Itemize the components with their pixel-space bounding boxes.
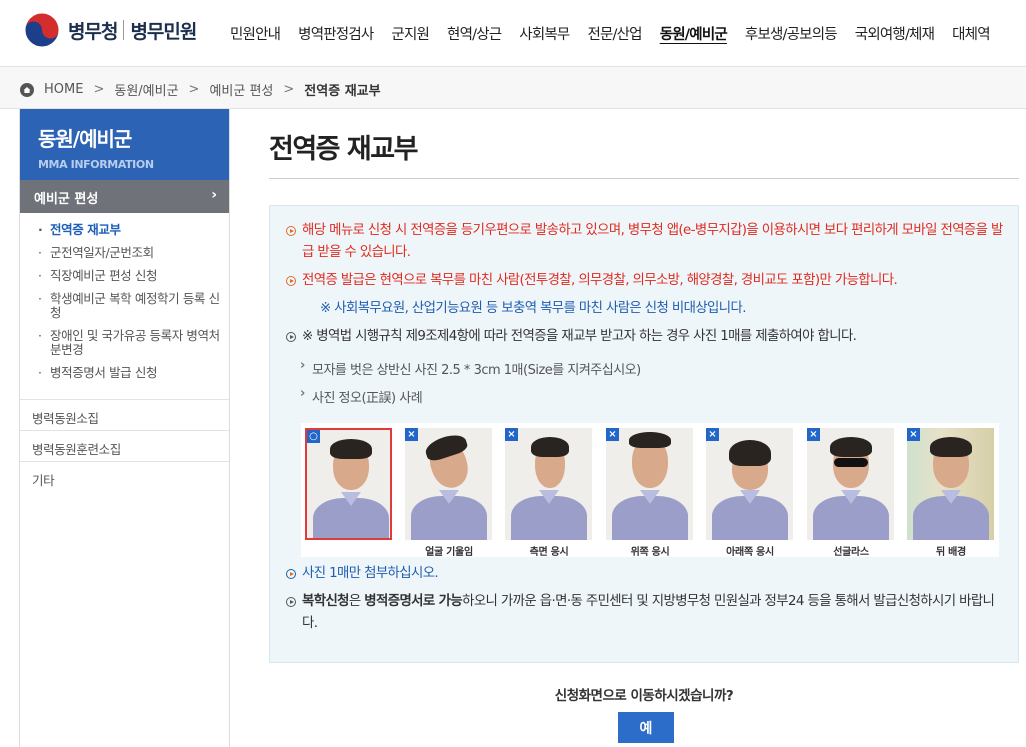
nav-item-social-service[interactable]: 사회복무 — [519, 23, 570, 44]
notice-one-photo: 사진 1매만 첨부하십시오. — [286, 563, 1006, 585]
sidebar-item-reissue[interactable]: 전역증 재교부 — [38, 223, 221, 238]
sidebar-title: 동원/예비군 — [38, 127, 132, 151]
breadcrumb-reserve[interactable]: 예비군 편성 — [209, 80, 273, 99]
title-divider — [269, 178, 1019, 179]
photo-caption: 위쪽 응시 — [630, 547, 670, 558]
global-nav: 민원안내 병역판정검사 군지원 현역/상근 사회복무 전문/산업 동원/예비군 … — [230, 0, 1008, 66]
notice-bold-text: 병적증명서로 가능 — [364, 594, 463, 609]
circle-arrow-bullet-icon — [286, 226, 296, 236]
photo-caption: 얼굴 기울임 — [425, 547, 473, 558]
x-mark-icon: × — [505, 428, 518, 441]
photo-example-background: × — [907, 428, 994, 540]
photo-example-label: 사진 정오(正誤) 사례 — [300, 386, 423, 406]
photo-example-up: × — [606, 428, 693, 540]
site-header: 병무청 병무민원 민원안내 병역판정검사 군지원 현역/상근 사회복무 전문/산… — [0, 0, 1026, 66]
photo-size-guide: 모자를 벗은 상반신 사진 2.5 * 3cm 1매(Size를 지켜주십시오) — [300, 358, 641, 378]
notice-text: 해당 메뉴로 신청 시 전역증을 등기우편으로 발송하고 있으며, 병무청 앱(… — [302, 223, 1003, 260]
sidebar-subtitle: MMA INFORMATION — [38, 158, 154, 171]
photo-examples: ○ × 얼굴 기울임 × 측면 응시 × 위쪽 응시 × 아래쪽 응시 × 선글… — [301, 423, 999, 558]
notice-text: 전역증 발급은 현역으로 복무를 마친 사람(전투경찰, 의무경찰, 의무소방,… — [302, 273, 898, 288]
circle-arrow-bullet-icon — [286, 332, 296, 342]
notice-ineligible-note: ※ 사회복무요원, 산업기능요원 등 보충역 복무를 마친 사람은 신청 비대상… — [286, 298, 1006, 320]
notice-bold-text: 복학신청 — [302, 594, 349, 609]
circle-arrow-bullet-icon — [286, 569, 296, 579]
x-mark-icon: × — [706, 428, 719, 441]
logo-text: 병무청 — [68, 20, 118, 43]
nav-item-candidate[interactable]: 후보생/공보의등 — [745, 23, 838, 44]
nav-item-active-duty[interactable]: 현역/상근 — [447, 23, 502, 44]
circle-arrow-bullet-icon — [286, 276, 296, 286]
nav-item-exam[interactable]: 병역판정검사 — [298, 23, 374, 44]
page-title: 전역증 재교부 — [269, 134, 418, 165]
notice-mobile-card: 해당 메뉴로 신청 시 전역증을 등기우편으로 발송하고 있으며, 병무청 앱(… — [286, 220, 1006, 264]
x-mark-icon: × — [405, 428, 418, 441]
circle-ok-icon: ○ — [307, 430, 320, 443]
breadcrumb-home[interactable]: HOME — [44, 82, 83, 97]
sidebar-item-discharge-lookup[interactable]: 군전역일자/군번조회 — [38, 246, 221, 261]
nav-item-civil-guide[interactable]: 민원안내 — [230, 23, 281, 44]
taegeuk-emblem-icon — [24, 12, 60, 48]
notice-text: ※ 병역법 시행규칙 제9조제4항에 따라 전역증을 재교부 받고자 하는 경우… — [302, 329, 857, 344]
breadcrumb-mobilization[interactable]: 동원/예비군 — [114, 80, 178, 99]
sidebar-item-disabled-change[interactable]: 장애인 및 국가유공 등록자 병역처분변경 — [38, 329, 221, 357]
sidebar-item-certificate[interactable]: 병적증명서 발급 신청 — [38, 366, 221, 381]
photo-caption: 뒤 배경 — [936, 547, 966, 558]
yes-button[interactable]: 예 — [618, 712, 674, 743]
breadcrumb-bar: HOME > 동원/예비군 > 예비군 편성 > 전역증 재교부 — [0, 66, 1026, 109]
breadcrumb-separator: > — [283, 82, 295, 97]
photo-example-tilted: × — [405, 428, 492, 540]
sidebar-item-mobilization-training[interactable]: 병력동원훈련소집 — [20, 430, 229, 461]
x-mark-icon: × — [606, 428, 619, 441]
x-mark-icon: × — [807, 428, 820, 441]
sidebar-section-reserve[interactable]: 예비군 편성 › — [20, 180, 229, 213]
photo-example-sunglasses: × — [807, 428, 894, 540]
notice-eligibility: 전역증 발급은 현역으로 복무를 마친 사람(전투경찰, 의무경찰, 의무소방,… — [286, 270, 1006, 292]
sidebar-header: 동원/예비군 MMA INFORMATION — [20, 109, 229, 180]
sidebar-item-student-reserve[interactable]: 학생예비군 복학 예정학기 등록 신청 — [38, 292, 221, 320]
photo-caption: 선글라스 — [833, 547, 869, 558]
logo-subtitle: 병무민원 — [130, 20, 197, 43]
nav-item-enlist[interactable]: 군지원 — [391, 23, 429, 44]
notice-photo-required: ※ 병역법 시행규칙 제9조제4항에 따라 전역증을 재교부 받고자 하는 경우… — [286, 326, 1006, 348]
breadcrumb-separator: > — [188, 82, 200, 97]
logo[interactable]: 병무청 병무민원 — [24, 12, 197, 48]
chevron-right-icon: › — [211, 187, 217, 203]
nav-item-specialist[interactable]: 전문/산업 — [587, 23, 642, 44]
notice-text: 은 — [348, 594, 365, 609]
photo-example-side: × — [505, 428, 592, 540]
photo-caption: 아래쪽 응시 — [726, 547, 774, 558]
nav-item-overseas[interactable]: 국외여행/체재 — [855, 23, 935, 44]
breadcrumb-current: 전역증 재교부 — [304, 84, 381, 99]
confirm-question: 신청화면으로 이동하시겠습니까? — [554, 688, 734, 704]
notice-text: 사진 1매만 첨부하십시오. — [302, 566, 439, 581]
sidebar-item-mobilization-call[interactable]: 병력동원소집 — [20, 399, 229, 430]
photo-example-correct: ○ — [305, 428, 392, 540]
nav-item-alternative[interactable]: 대체역 — [952, 23, 990, 44]
sidebar-section-label: 예비군 편성 — [34, 192, 99, 207]
circle-arrow-bullet-icon — [286, 597, 296, 607]
sidebar-submenu: 전역증 재교부 군전역일자/군번조회 직장예비군 편성 신청 학생예비군 복학 … — [20, 213, 229, 399]
nav-item-mobilization[interactable]: 동원/예비군 — [660, 23, 728, 44]
sidebar-item-workplace-reserve[interactable]: 직장예비군 편성 신청 — [38, 269, 221, 284]
photo-example-down: × — [706, 428, 793, 540]
x-mark-icon: × — [907, 428, 920, 441]
logo-divider — [123, 20, 125, 40]
breadcrumb: HOME > 동원/예비군 > 예비군 편성 > 전역증 재교부 — [20, 80, 391, 99]
notice-box: 해당 메뉴로 신청 시 전역증을 등기우편으로 발송하고 있으며, 병무청 앱(… — [269, 205, 1019, 663]
photo-caption: 측면 응시 — [529, 547, 569, 558]
breadcrumb-separator: > — [93, 82, 105, 97]
notice-reenroll: 복학신청은 병적증명서로 가능하오니 가까운 읍·면·동 주민센터 및 지방병무… — [286, 591, 1006, 635]
sidebar: 동원/예비군 MMA INFORMATION 예비군 편성 › 전역증 재교부 … — [19, 109, 230, 747]
home-icon[interactable] — [20, 82, 34, 97]
sidebar-item-etc[interactable]: 기타 — [20, 461, 229, 492]
notice-text: ※ 사회복무요원, 산업기능요원 등 보충역 복무를 마친 사람은 신청 비대상… — [320, 301, 746, 316]
